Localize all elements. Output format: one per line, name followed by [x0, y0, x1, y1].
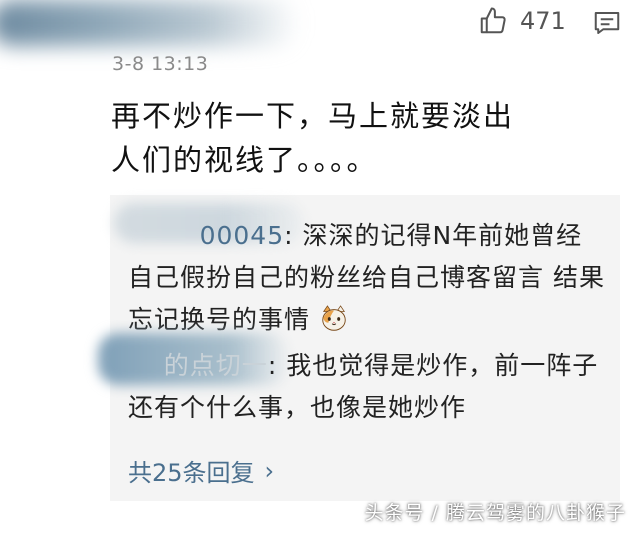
reply-author-name: 00045	[199, 221, 285, 250]
reply-author-name: 的点切一	[163, 351, 268, 380]
watermark: 头条号 / 腾云驾雾的八卦猴子	[364, 502, 626, 524]
reply-item: 的点切一: 我也觉得是炒作，前一阵子还有个什么事，也像是她炒作	[128, 351, 599, 422]
comment-body: 再不炒作一下，马上就要淡出人们的视线了。。。。	[111, 99, 515, 177]
like-button[interactable]: 471	[478, 6, 566, 36]
reply-author[interactable]: 的点切一	[128, 351, 268, 380]
view-all-replies-link[interactable]: 共25条回复 ›	[128, 453, 274, 488]
view-all-replies-label: 共25条回复	[128, 459, 255, 487]
username-redaction-blur	[0, 0, 300, 46]
replies-panel: 00045: 深深的记得N年前她曾经自己假扮自己的粉丝给自己博客留言 结果忘记换…	[98, 195, 620, 501]
thumbs-up-icon	[480, 7, 506, 34]
chevron-right-icon: ›	[264, 456, 275, 485]
cat-face-emoji-icon	[322, 305, 346, 331]
reply-author[interactable]: 00045	[128, 221, 284, 250]
comment-icon[interactable]	[592, 8, 622, 38]
reply-item: 00045: 深深的记得N年前她曾经自己假扮自己的粉丝给自己博客留言 结果忘记换…	[128, 221, 605, 334]
like-count: 471	[520, 7, 566, 35]
comment-timestamp: 3-8 13:13	[112, 53, 209, 75]
